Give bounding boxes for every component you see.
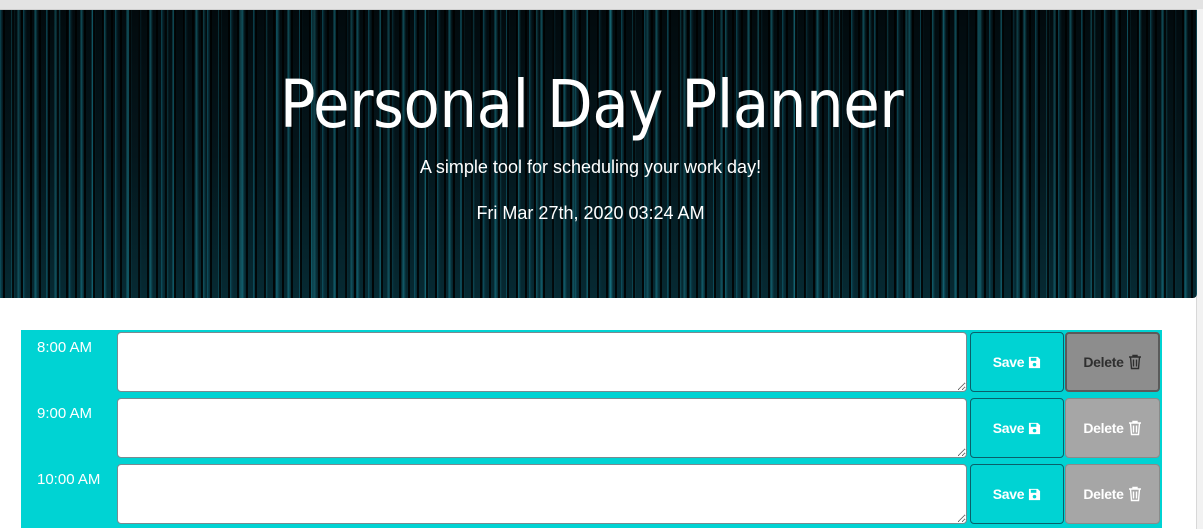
save-button-label: Save <box>992 486 1025 502</box>
header-jumbotron: Personal Day Planner A simple tool for s… <box>0 10 1197 298</box>
delete-button[interactable]: Delete <box>1065 464 1160 524</box>
page-scrollbar[interactable] <box>1196 9 1203 529</box>
browser-top-bar <box>0 0 1203 10</box>
hour-row-9am: 9:00 AM Save Delete <box>21 396 1162 462</box>
save-button[interactable]: Save <box>970 398 1064 458</box>
delete-button[interactable]: Delete <box>1065 398 1160 458</box>
save-button-label: Save <box>992 354 1025 370</box>
planner-schedule: 8:00 AM Save Delete 9:00 AM Save Delete <box>21 330 1162 528</box>
event-entry-input[interactable] <box>117 464 967 524</box>
hour-label: 8:00 AM <box>37 339 93 356</box>
hour-label: 10:00 AM <box>37 471 101 488</box>
current-datetime: Fri Mar 27th, 2020 03:24 AM <box>476 203 705 223</box>
save-button[interactable]: Save <box>970 332 1064 392</box>
floppy-disk-icon <box>1028 356 1041 369</box>
page-subtitle: A simple tool for scheduling your work d… <box>419 157 762 177</box>
page-title: Personal Day Planner <box>279 66 904 143</box>
event-entry-input[interactable] <box>117 398 967 458</box>
hour-row-8am: 8:00 AM Save Delete <box>21 330 1162 396</box>
delete-button-label: Delete <box>1083 420 1124 436</box>
trash-icon <box>1128 420 1142 436</box>
hour-row-10am: 10:00 AM Save Delete <box>21 462 1162 528</box>
floppy-disk-icon <box>1028 422 1041 435</box>
delete-button-label: Delete <box>1083 354 1124 370</box>
floppy-disk-icon <box>1028 488 1041 501</box>
delete-button-label: Delete <box>1083 486 1124 502</box>
trash-icon <box>1128 486 1142 502</box>
save-button[interactable]: Save <box>970 464 1064 524</box>
trash-icon <box>1128 354 1142 370</box>
delete-button[interactable]: Delete <box>1065 332 1160 392</box>
hour-label: 9:00 AM <box>37 405 93 422</box>
save-button-label: Save <box>992 420 1025 436</box>
event-entry-input[interactable] <box>117 332 967 392</box>
